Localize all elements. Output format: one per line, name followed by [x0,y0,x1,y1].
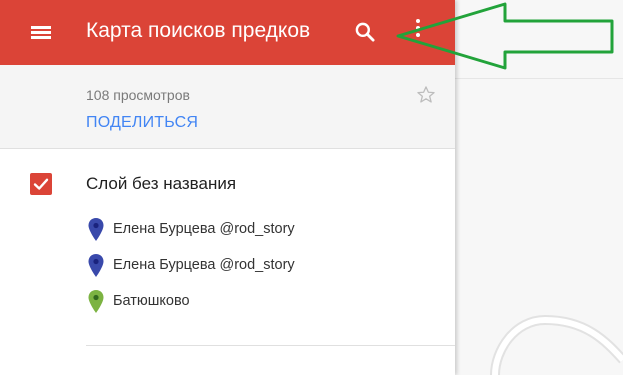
star-outline-icon[interactable] [415,84,437,106]
menu-icon-line [31,31,51,34]
place-label: Елена Бурцева @rod_story [113,221,295,237]
more-vert-icon [416,19,420,23]
map-canvas[interactable] [455,0,623,375]
more-vert-icon-dot [416,33,420,37]
map-pin-icon [88,218,104,241]
map-legend-panel: Карта поисков предков 108 просмотров ПОД… [0,0,455,375]
more-options-button[interactable] [408,17,428,47]
layer-title: Слой без названия [86,174,237,193]
app-bar: Карта поисков предков [0,0,455,65]
map-pin-icon [88,254,104,277]
place-label: Елена Бурцева @rod_story [113,257,295,273]
search-icon [355,22,375,42]
place-label: Батюшково [113,293,190,309]
menu-button[interactable] [28,20,54,44]
share-button[interactable]: ПОДЕЛИТЬСЯ [86,114,198,132]
menu-icon [31,26,51,29]
map-pin-icon [88,290,104,313]
views-count: 108 просмотров [86,87,190,103]
layer-visibility-checkbox[interactable] [30,173,52,195]
more-vert-icon-dot [416,26,420,30]
search-button[interactable] [352,19,378,45]
checkmark-icon [33,178,49,190]
menu-icon-line [31,36,51,39]
map-info-section: 108 просмотров ПОДЕЛИТЬСЯ [0,65,455,149]
section-divider [86,345,455,346]
map-road-curve [490,314,623,375]
map-title: Карта поисков предков [86,19,311,42]
